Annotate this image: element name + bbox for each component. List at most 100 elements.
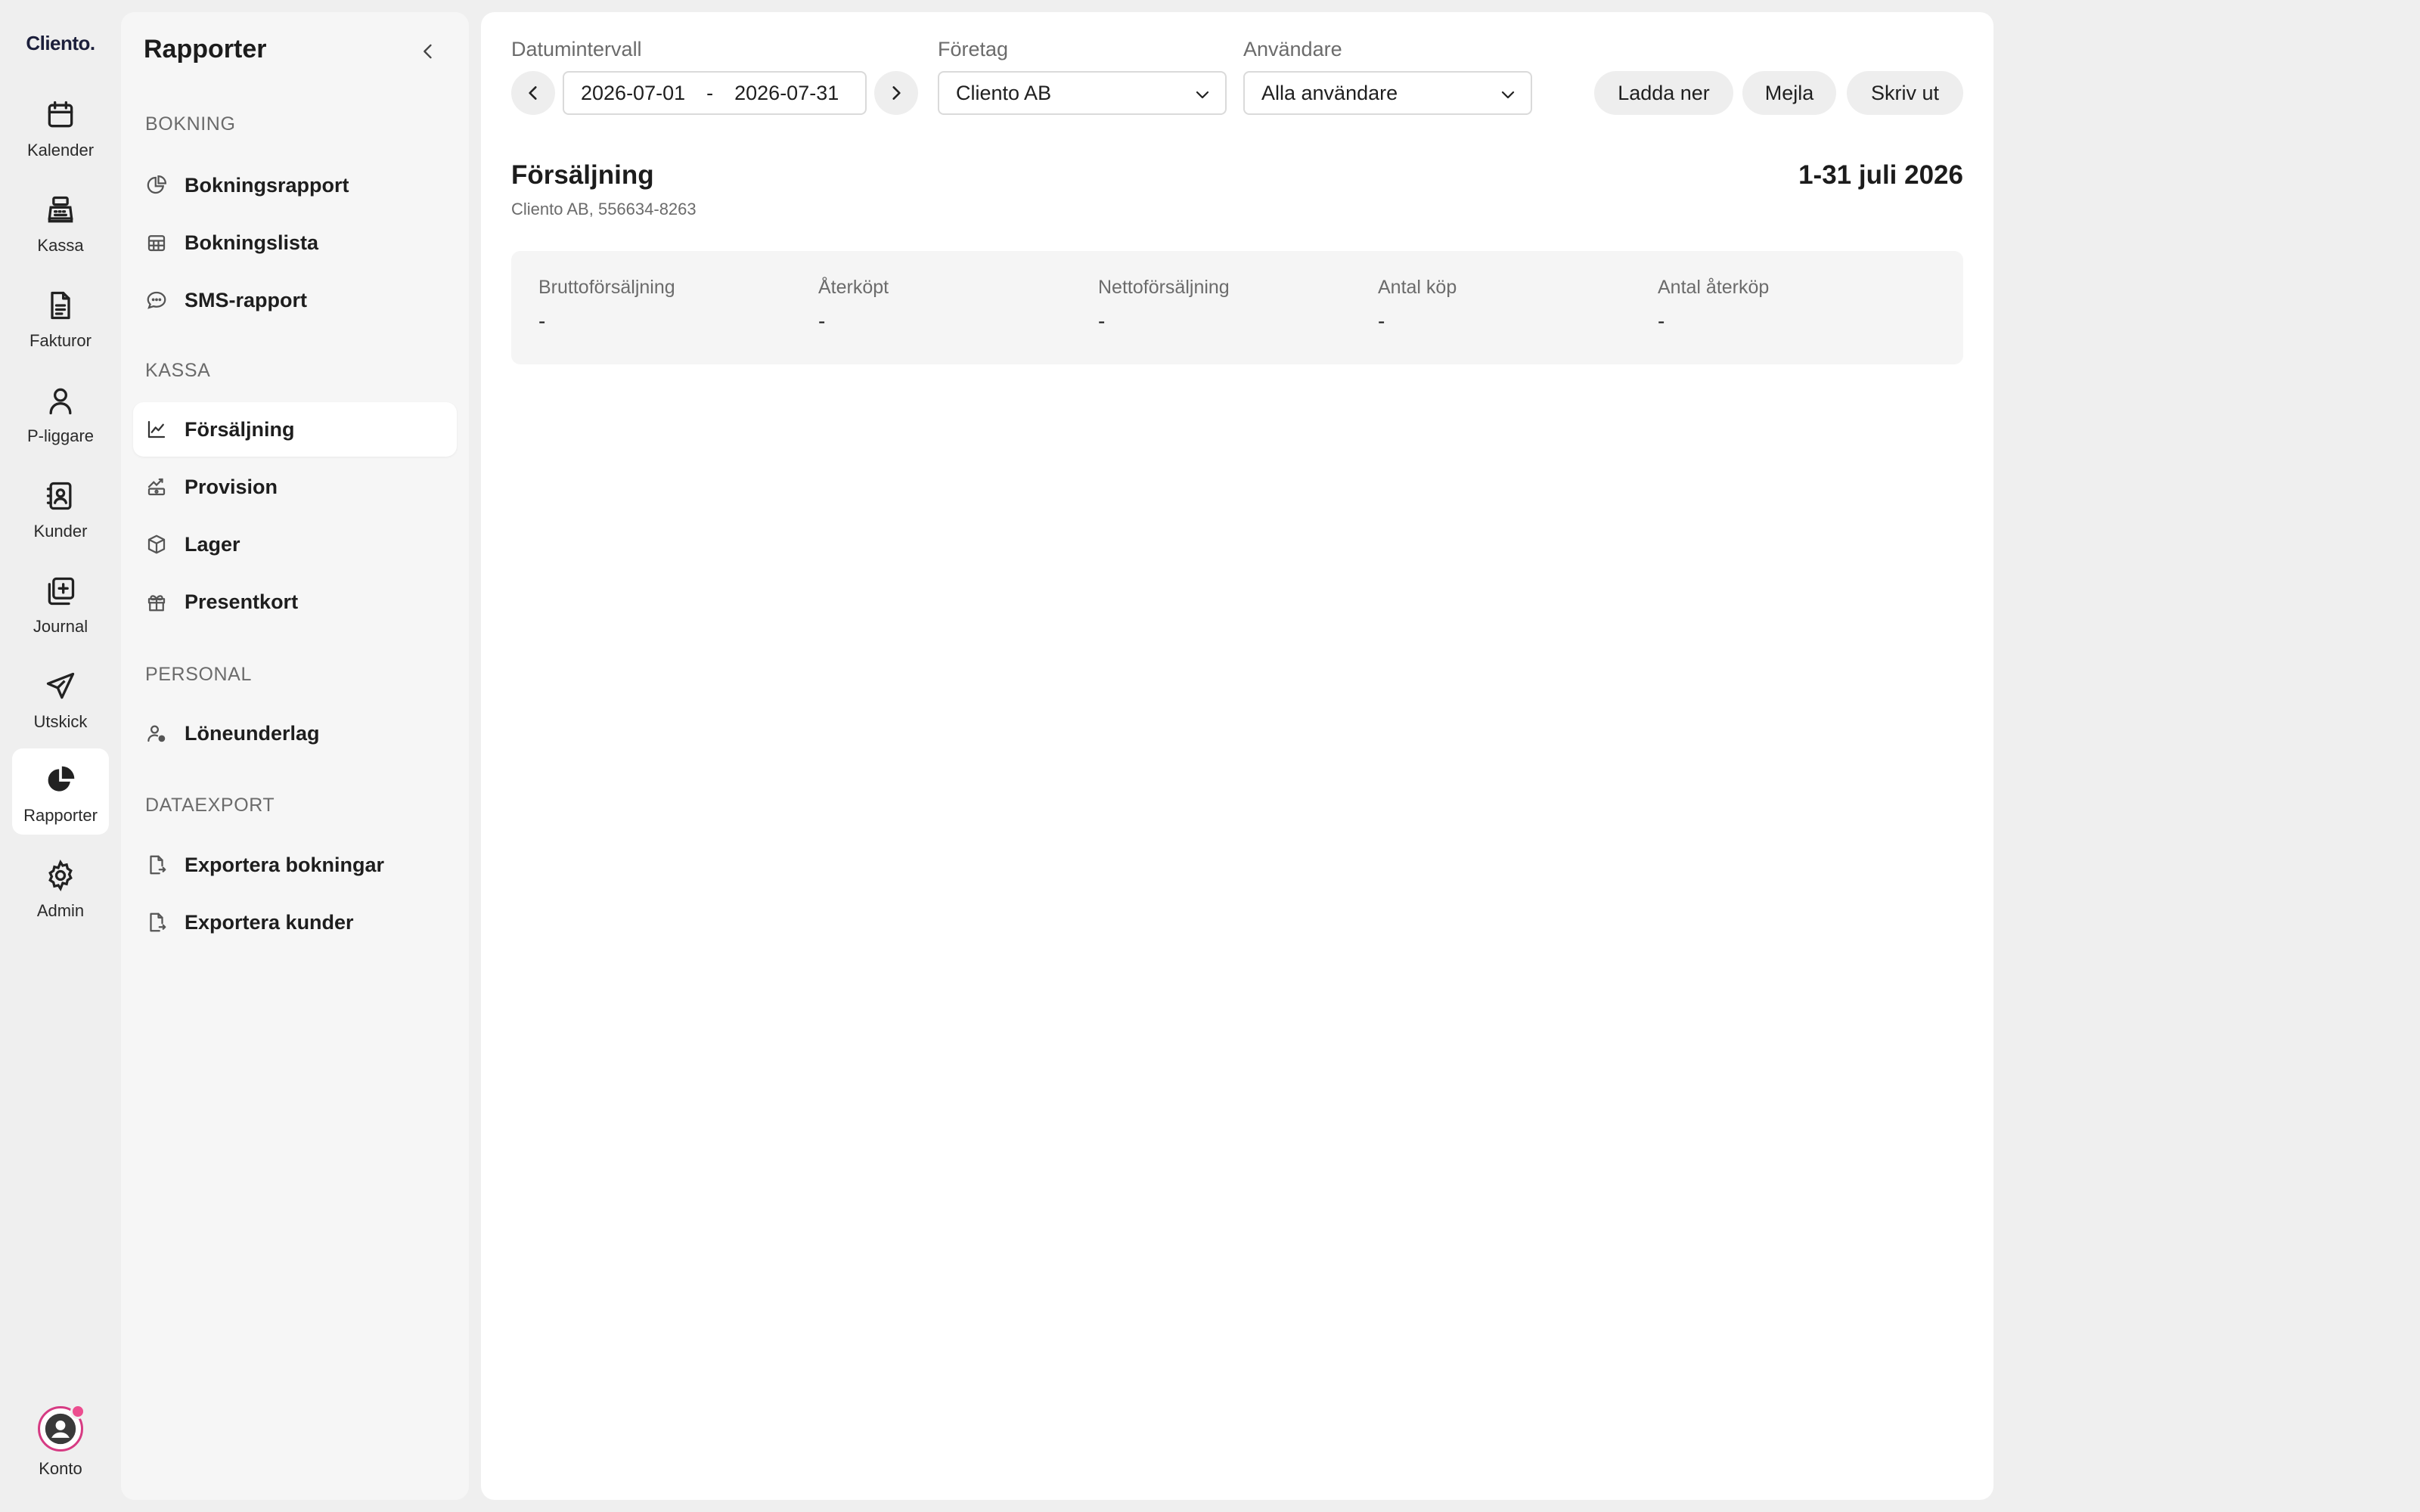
invoice-icon xyxy=(51,291,70,320)
nav-fakturor-label: Fakturor xyxy=(29,331,92,350)
report-content: Datumintervall Företag Användare 2026-07… xyxy=(481,12,1993,1500)
avatar xyxy=(38,1404,85,1452)
stat-net-sales: Nettoförsäljning - xyxy=(1098,277,1370,333)
sidebar-item-label: Provision xyxy=(185,475,278,498)
user-select[interactable]: Alla användare xyxy=(1243,71,1532,115)
sidebar-item-label: Bokningsrapport xyxy=(185,173,349,197)
chat-bubble-icon xyxy=(147,291,166,309)
nav-kassa[interactable]: Kassa xyxy=(12,178,109,265)
sidebar-item-label: Försäljning xyxy=(185,417,295,441)
cliento-logo[interactable]: Cliento. xyxy=(0,32,121,55)
download-button[interactable]: Ladda ner xyxy=(1594,71,1733,115)
sidebar-item-exportera-kunder[interactable]: Exportera kunder xyxy=(133,895,457,950)
sidebar-title: Rapporter xyxy=(144,35,267,64)
section-heading-bokning: BOKNING xyxy=(145,113,236,135)
section-heading-personal: PERSONAL xyxy=(145,664,252,685)
report-title: Försäljning xyxy=(511,160,654,190)
gear-icon xyxy=(48,860,73,891)
nav-p-liggare[interactable]: P-liggare xyxy=(12,369,109,455)
sidebar-item-forsaljning[interactable]: Försäljning xyxy=(133,402,457,457)
previous-period-button[interactable] xyxy=(511,71,555,115)
nav-p-liggare-label: P-liggare xyxy=(26,426,95,445)
report-period: 1-31 juli 2026 xyxy=(1798,160,1963,190)
print-button[interactable]: Skriv ut xyxy=(1847,71,1963,115)
sidebar-item-label: Bokningslista xyxy=(185,231,319,254)
calendar-icon xyxy=(48,101,73,128)
chevron-down-icon xyxy=(1196,91,1209,99)
company-label: Företag xyxy=(938,38,1009,60)
nav-kalender[interactable]: Kalender xyxy=(12,83,109,169)
file-export-icon xyxy=(150,912,166,932)
commission-chart-icon xyxy=(147,478,166,496)
journal-add-icon xyxy=(48,577,75,606)
stat-label: Återköpt xyxy=(818,277,889,298)
chevron-left-icon xyxy=(424,44,432,59)
nav-rapporter[interactable]: Rapporter xyxy=(12,748,109,835)
stat-refunded: Återköpt - xyxy=(818,277,1091,333)
account-button[interactable]: Konto xyxy=(12,1404,109,1497)
email-button[interactable]: Mejla xyxy=(1742,71,1836,115)
sidebar-item-label: Löneunderlag xyxy=(185,721,320,745)
chevron-left-icon xyxy=(529,86,537,100)
nav-utskick-label: Utskick xyxy=(33,712,88,731)
section-heading-dataexport: DATAEXPORT xyxy=(145,795,275,816)
collapse-sidebar-button[interactable] xyxy=(413,36,443,67)
section-heading-kassa: KASSA xyxy=(145,360,211,381)
sidebar-item-lager[interactable]: Lager xyxy=(133,517,457,572)
company-select[interactable]: Cliento AB xyxy=(938,71,1227,115)
date-separator: - xyxy=(706,81,714,104)
cash-register-icon xyxy=(48,196,73,223)
nav-rapporter-label: Rapporter xyxy=(23,806,98,825)
nav-journal[interactable]: Journal xyxy=(12,559,109,646)
nav-journal-label: Journal xyxy=(33,617,88,636)
reports-sidebar: Rapporter BOKNING Bokningsrapport Boknin… xyxy=(121,12,469,1500)
pie-chart-outline-icon xyxy=(147,175,167,194)
line-chart-icon xyxy=(147,420,166,438)
stat-label: Nettoförsäljning xyxy=(1098,277,1230,298)
date-to-value[interactable]: 2026-07-31 xyxy=(734,82,839,105)
company-select-value: Cliento AB xyxy=(956,81,1052,104)
pie-chart-icon xyxy=(48,766,75,792)
sidebar-item-label: Exportera bokningar xyxy=(185,853,385,876)
date-range-label: Datumintervall xyxy=(511,38,642,60)
sidebar-item-loneunderlag[interactable]: Löneunderlag xyxy=(133,706,457,761)
date-from-value[interactable]: 2026-07-01 xyxy=(581,82,685,105)
sidebar-item-label: Lager xyxy=(185,532,240,556)
user-select-value: Alla användare xyxy=(1261,81,1398,104)
nav-admin[interactable]: Admin xyxy=(12,844,109,930)
sidebar-item-exportera-bokningar[interactable]: Exportera bokningar xyxy=(133,838,457,892)
sidebar-item-label: SMS-rapport xyxy=(185,288,307,311)
sidebar-item-provision[interactable]: Provision xyxy=(133,460,457,514)
contact-book-icon xyxy=(46,482,72,510)
calendar-grid-icon xyxy=(147,235,166,252)
sidebar-item-bokningsrapport[interactable]: Bokningsrapport xyxy=(133,158,457,212)
sidebar-item-bokningslista[interactable]: Bokningslista xyxy=(133,215,457,270)
nav-fakturor[interactable]: Fakturor xyxy=(12,274,109,360)
nav-utskick[interactable]: Utskick xyxy=(12,655,109,741)
stat-value: - xyxy=(538,309,546,333)
gift-icon xyxy=(147,595,166,612)
stat-label: Antal köp xyxy=(1378,277,1457,298)
stat-value: - xyxy=(1098,309,1106,333)
sidebar-item-sms-rapport[interactable]: SMS-rapport xyxy=(133,273,457,327)
stat-value: - xyxy=(1658,309,1665,333)
file-export-icon xyxy=(150,855,166,875)
date-range-input[interactable]: 2026-07-01 - 2026-07-31 xyxy=(563,71,867,115)
stat-label: Antal återköp xyxy=(1658,277,1770,298)
sidebar-item-presentkort[interactable]: Presentkort xyxy=(133,575,457,629)
box-icon xyxy=(147,534,166,554)
send-icon xyxy=(46,672,75,699)
account-label: Konto xyxy=(39,1459,82,1478)
notification-dot xyxy=(70,1404,85,1419)
next-period-button[interactable] xyxy=(874,71,918,115)
nav-kalender-label: Kalender xyxy=(26,141,95,160)
user-label: Användare xyxy=(1243,38,1342,60)
stat-gross-sales: Bruttoförsäljning - xyxy=(538,277,811,333)
user-avatar-icon xyxy=(45,1413,76,1445)
nav-admin-label: Admin xyxy=(36,901,85,920)
sidebar-item-label: Presentkort xyxy=(185,590,299,613)
chevron-down-icon xyxy=(1501,91,1515,99)
person-icon xyxy=(49,388,72,415)
stat-label: Bruttoförsäljning xyxy=(538,277,675,298)
nav-kunder[interactable]: Kunder xyxy=(12,464,109,550)
